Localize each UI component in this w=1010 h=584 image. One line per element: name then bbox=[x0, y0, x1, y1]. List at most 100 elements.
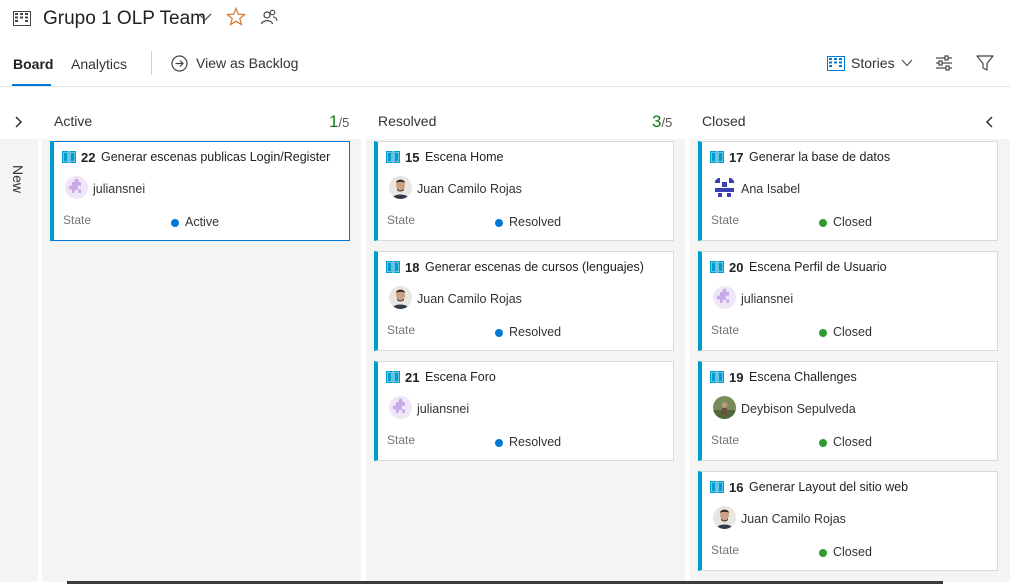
avatar bbox=[65, 176, 88, 199]
state-indicator-dot bbox=[819, 549, 827, 557]
work-item-id: 18 bbox=[405, 260, 420, 275]
work-item-id: 17 bbox=[729, 150, 744, 165]
assignee-name[interactable]: Juan Camilo Rojas bbox=[417, 182, 522, 196]
work-item-id: 20 bbox=[729, 260, 744, 275]
user-story-icon bbox=[386, 371, 400, 383]
state-field-label: State bbox=[387, 433, 416, 447]
chevron-left-icon[interactable] bbox=[984, 115, 996, 129]
user-story-icon bbox=[386, 261, 400, 273]
work-item-card[interactable]: 17 Generar la base de datos Ana Isabel Stat… bbox=[698, 141, 998, 241]
state-field-label: State bbox=[711, 213, 740, 227]
user-story-icon bbox=[710, 151, 724, 163]
state-field-label: State bbox=[711, 543, 740, 557]
work-item-title[interactable]: Escena Perfil de Usuario bbox=[749, 260, 887, 274]
work-item-card[interactable]: 18 Generar escenas de cursos (lenguajes) J… bbox=[374, 251, 674, 351]
work-item-title[interactable]: Generar la base de datos bbox=[749, 150, 890, 164]
work-item-card[interactable]: 16 Generar Layout del sitio web Juan Camil… bbox=[698, 471, 998, 571]
work-item-id: 22 bbox=[81, 150, 96, 165]
team-title[interactable]: Grupo 1 OLP Team bbox=[43, 8, 206, 30]
state-value[interactable]: Resolved bbox=[509, 325, 561, 339]
state-indicator-dot bbox=[171, 219, 179, 227]
wip-limit: /5 bbox=[661, 115, 673, 130]
filter-icon[interactable] bbox=[976, 54, 994, 72]
work-item-title[interactable]: Escena Home bbox=[425, 150, 504, 164]
state-indicator-dot bbox=[495, 439, 503, 447]
assignee-name[interactable]: juliansnei bbox=[417, 402, 469, 416]
user-story-icon bbox=[710, 481, 724, 493]
state-indicator-dot bbox=[819, 439, 827, 447]
wip-limit: /5 bbox=[338, 115, 350, 130]
chevron-down-icon[interactable] bbox=[198, 12, 212, 22]
user-story-icon bbox=[386, 151, 400, 163]
assignee-name[interactable]: Juan Camilo Rojas bbox=[417, 292, 522, 306]
avatar bbox=[389, 176, 412, 199]
avatar bbox=[389, 396, 412, 419]
state-value[interactable]: Closed bbox=[833, 325, 872, 339]
assignee-name[interactable]: Juan Camilo Rojas bbox=[741, 512, 846, 526]
state-field-label: State bbox=[711, 433, 740, 447]
state-field-label: State bbox=[711, 323, 740, 337]
state-indicator-dot bbox=[819, 329, 827, 337]
avatar bbox=[713, 506, 736, 529]
avatar bbox=[713, 176, 736, 199]
avatar bbox=[389, 286, 412, 309]
tab-analytics[interactable]: Analytics bbox=[71, 56, 127, 72]
work-item-title[interactable]: Escena Foro bbox=[425, 370, 496, 384]
avatar bbox=[713, 286, 736, 309]
tab-board[interactable]: Board bbox=[13, 56, 53, 72]
assignee-name[interactable]: juliansnei bbox=[741, 292, 793, 306]
assignee-name[interactable]: Deybison Sepulveda bbox=[741, 402, 856, 416]
team-members-icon[interactable] bbox=[260, 8, 278, 26]
board-icon bbox=[827, 56, 845, 71]
toolbar-divider bbox=[151, 51, 152, 75]
column-wip-count: 3/5 bbox=[652, 112, 672, 132]
star-icon[interactable] bbox=[226, 7, 246, 27]
state-value[interactable]: Closed bbox=[833, 215, 872, 229]
column-header-active: Active bbox=[54, 113, 93, 129]
work-item-title[interactable]: Generar escenas de cursos (lenguajes) bbox=[425, 260, 644, 274]
title-bar: Grupo 1 OLP Team bbox=[0, 0, 1010, 40]
state-value[interactable]: Resolved bbox=[509, 435, 561, 449]
arrow-circle-right-icon bbox=[171, 55, 188, 72]
work-item-card[interactable]: 19 Escena Challenges Deybison Sepulveda Sta… bbox=[698, 361, 998, 461]
state-value[interactable]: Active bbox=[185, 215, 219, 229]
state-field-label: State bbox=[63, 213, 92, 227]
state-field-label: State bbox=[387, 323, 416, 337]
state-indicator-dot bbox=[495, 329, 503, 337]
assignee-name[interactable]: juliansnei bbox=[93, 182, 145, 196]
state-value[interactable]: Resolved bbox=[509, 215, 561, 229]
column-wip-count: 1/5 bbox=[329, 112, 349, 132]
toolbar: Board Analytics View as Backlog Stories bbox=[0, 44, 1010, 87]
state-value[interactable]: Closed bbox=[833, 545, 872, 559]
new-column-collapsed[interactable] bbox=[0, 139, 38, 582]
work-item-title[interactable]: Generar escenas publicas Login/Register bbox=[101, 150, 330, 164]
new-column-label: New bbox=[10, 165, 26, 194]
user-story-icon bbox=[62, 151, 76, 163]
avatar bbox=[713, 396, 736, 419]
state-value[interactable]: Closed bbox=[833, 435, 872, 449]
work-item-card[interactable]: 21 Escena Foro juliansnei State Resolved bbox=[374, 361, 674, 461]
work-item-card[interactable]: 22 Generar escenas publicas Login/Registe… bbox=[50, 141, 350, 241]
view-as-backlog-label: View as Backlog bbox=[196, 55, 299, 71]
backlog-level-label: Stories bbox=[851, 55, 895, 71]
user-story-icon bbox=[710, 371, 724, 383]
settings-sliders-icon[interactable] bbox=[935, 54, 953, 72]
chevron-right-icon[interactable] bbox=[13, 115, 25, 129]
work-item-id: 19 bbox=[729, 370, 744, 385]
work-item-id: 21 bbox=[405, 370, 420, 385]
work-item-card[interactable]: 15 Escena Home Juan Camilo Rojas State Resol… bbox=[374, 141, 674, 241]
column-header-resolved: Resolved bbox=[378, 113, 437, 129]
work-item-id: 16 bbox=[729, 480, 744, 495]
user-story-icon bbox=[710, 261, 724, 273]
work-item-title[interactable]: Escena Challenges bbox=[749, 370, 857, 384]
state-indicator-dot bbox=[495, 219, 503, 227]
work-item-title[interactable]: Generar Layout del sitio web bbox=[749, 480, 908, 494]
board-icon bbox=[13, 11, 31, 26]
work-item-id: 15 bbox=[405, 150, 420, 165]
state-field-label: State bbox=[387, 213, 416, 227]
active-tab-indicator bbox=[12, 84, 51, 86]
work-item-card[interactable]: 20 Escena Perfil de Usuario juliansnei Stat… bbox=[698, 251, 998, 351]
state-indicator-dot bbox=[819, 219, 827, 227]
chevron-down-icon bbox=[901, 59, 913, 67]
assignee-name[interactable]: Ana Isabel bbox=[741, 182, 800, 196]
